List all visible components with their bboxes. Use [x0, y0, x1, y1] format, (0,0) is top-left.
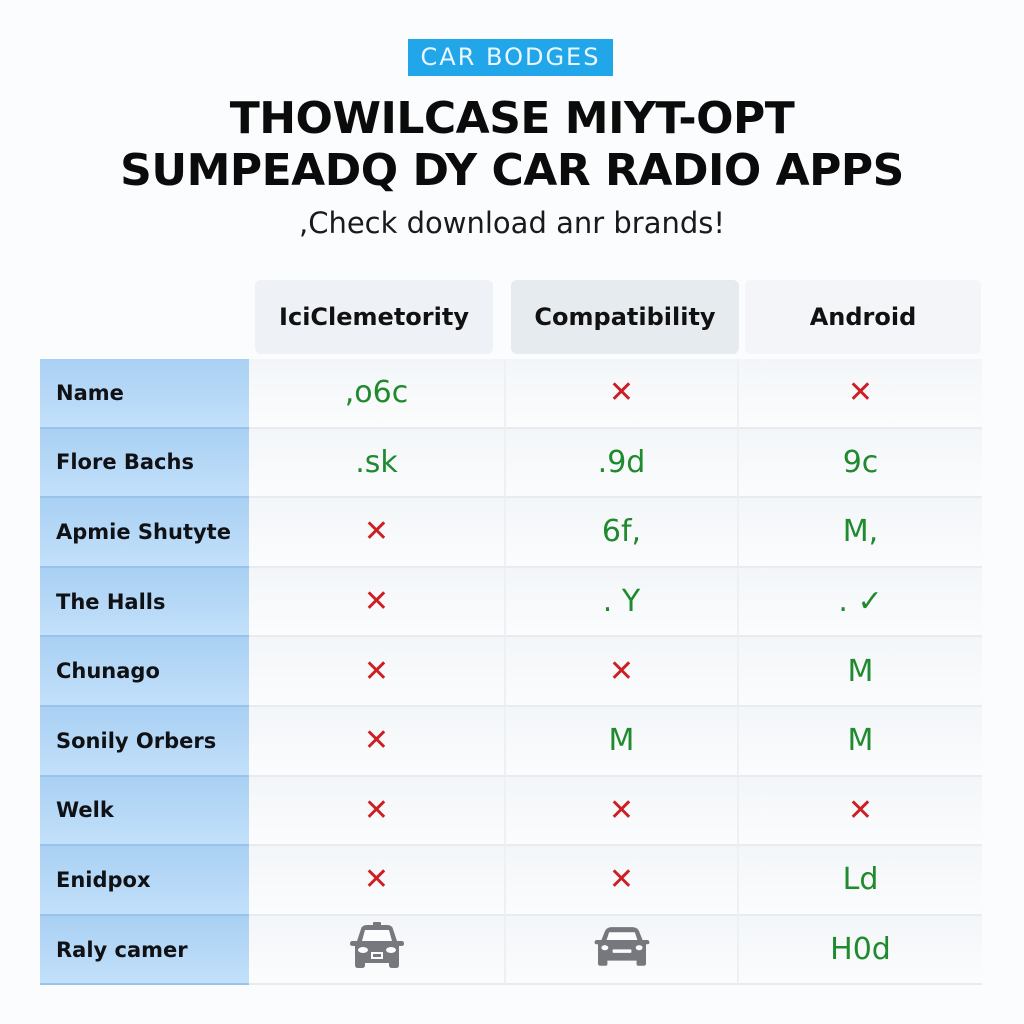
value-cell: ✕ — [506, 637, 739, 707]
cell-value: 9c — [842, 444, 879, 480]
cross-icon: ✕ — [608, 862, 635, 898]
row-label: The Halls — [40, 567, 249, 638]
cell-value: .sk — [355, 444, 398, 480]
value-cell: .sk — [249, 428, 506, 499]
car-icon — [592, 921, 652, 979]
row-label: Name — [40, 359, 249, 429]
value-cell: H0d — [739, 915, 982, 986]
row-label: Enidpox — [40, 846, 249, 916]
cell-value: M, — [842, 514, 879, 550]
cell-value: M — [847, 653, 874, 689]
value-cell: 6f, — [506, 498, 739, 568]
table-row: Apmie Shutyte ✕ 6f, M, — [40, 498, 982, 568]
table-row: Welk ✕ ✕ ✕ — [40, 776, 982, 847]
page-title-line-1: THOWILCASE MIYT-OPT — [229, 93, 795, 144]
cell-value: H0d — [830, 932, 891, 968]
cross-icon: ✕ — [608, 375, 635, 411]
value-cell: ,o6c — [249, 359, 506, 429]
cross-icon: ✕ — [608, 792, 635, 828]
value-cell: Ld — [739, 846, 982, 916]
cross-icon: ✕ — [363, 792, 390, 828]
page-subtitle: ,Check download anr brands! — [298, 206, 725, 240]
value-cell: ✕ — [506, 776, 739, 847]
value-cell: M, — [739, 498, 982, 568]
cross-icon: ✕ — [363, 723, 390, 759]
cell-value: ,o6c — [344, 375, 409, 411]
table-row: Name ,o6c ✕ ✕ — [40, 359, 982, 429]
cell-value: .9d — [597, 444, 646, 480]
table-row: Chunago ✕ ✕ M — [40, 637, 982, 707]
value-cell: ✕ — [249, 846, 506, 916]
row-label: Chunago — [40, 637, 249, 707]
cell-value: M — [847, 723, 874, 759]
column-header-compatibility: Compatibility — [511, 280, 739, 354]
value-cell: . ✓ — [739, 567, 982, 638]
table-row: Flore Bachs .sk .9d 9c — [40, 428, 982, 499]
table-row: Sonily Orbers ✕ M M — [40, 706, 982, 777]
cross-icon: ✕ — [363, 653, 390, 689]
value-cell: ✕ — [739, 359, 982, 429]
value-cell: .9d — [506, 428, 739, 499]
value-cell: ✕ — [249, 776, 506, 847]
cell-value: . ✓ — [838, 584, 883, 620]
cross-icon: ✕ — [363, 514, 390, 550]
value-cell: ✕ — [249, 498, 506, 568]
cell-value: M — [608, 723, 635, 759]
column-header-android: Android — [745, 280, 981, 354]
row-label: Flore Bachs — [40, 428, 249, 499]
value-cell: ✕ — [506, 359, 739, 429]
category-badge: CAR BODGES — [408, 39, 613, 76]
icon-cell — [506, 915, 739, 986]
value-cell: ✕ — [249, 637, 506, 707]
cell-value: Ld — [842, 862, 879, 898]
row-label: Welk — [40, 776, 249, 847]
column-header-iciclemetority: IciClemetority — [255, 280, 493, 354]
taxi-icon — [347, 921, 407, 979]
cross-icon: ✕ — [608, 653, 635, 689]
cross-icon: ✕ — [363, 862, 390, 898]
table-row: The Halls ✕ . Y . ✓ — [40, 567, 982, 638]
icon-cell — [249, 915, 506, 986]
value-cell: . Y — [506, 567, 739, 638]
row-label: Raly camer — [40, 915, 249, 986]
value-cell: M — [739, 706, 982, 777]
row-label: Sonily Orbers — [40, 706, 249, 777]
value-cell: M — [506, 706, 739, 777]
value-cell: ✕ — [739, 776, 982, 847]
value-cell: ✕ — [249, 706, 506, 777]
table-row: Raly camer H0d — [40, 915, 982, 986]
cross-icon: ✕ — [847, 792, 874, 828]
value-cell: ✕ — [249, 567, 506, 638]
page-title-line-2: SUMPEADQ DY CAR RADIO APPS — [120, 145, 904, 196]
row-label: Apmie Shutyte — [40, 498, 249, 568]
cell-value: . Y — [602, 584, 641, 620]
cell-value: 6f, — [601, 514, 642, 550]
cross-icon: ✕ — [363, 584, 390, 620]
value-cell: ✕ — [506, 846, 739, 916]
value-cell: M — [739, 637, 982, 707]
value-cell: 9c — [739, 428, 982, 499]
table-row: Enidpox ✕ ✕ Ld — [40, 846, 982, 916]
cross-icon: ✕ — [847, 375, 874, 411]
comparison-table: Name ,o6c ✕ ✕ Flore Bachs .sk .9d 9c Apmie Shuty… — [40, 359, 982, 986]
